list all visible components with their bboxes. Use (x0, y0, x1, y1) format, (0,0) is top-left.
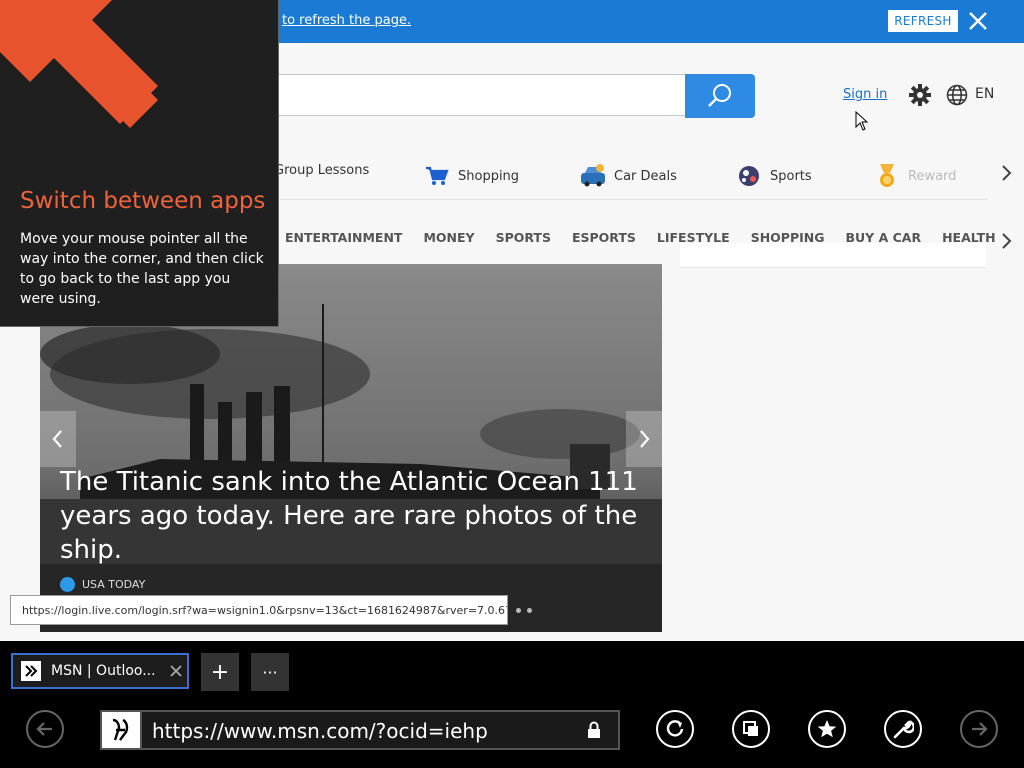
corner-arrow-icon (0, 0, 158, 128)
browser-tab[interactable]: MSN | Outloo... (11, 653, 189, 689)
search-button[interactable] (685, 74, 755, 118)
gear-icon[interactable] (908, 83, 932, 107)
page-tools-button[interactable] (884, 710, 922, 748)
tab-options-button[interactable]: ··· (251, 653, 289, 691)
quick-link-label: Group Lessons (274, 163, 370, 178)
back-button[interactable] (26, 710, 64, 748)
new-tab-button[interactable]: + (201, 653, 239, 691)
chevron-right-icon[interactable] (998, 231, 1014, 251)
chevron-right-icon[interactable] (998, 163, 1014, 183)
side-card (680, 243, 986, 268)
refresh-button[interactable]: REFRESH (888, 10, 958, 32)
wrench-icon (893, 719, 914, 739)
sign-in-link[interactable]: Sign in (843, 87, 887, 102)
favorites-button[interactable] (808, 710, 846, 748)
screen: to refresh the page. REFRESH Sign in EN … (0, 0, 1024, 768)
refresh-icon (666, 720, 684, 737)
site-identity-icon[interactable] (102, 712, 142, 748)
hero-headline[interactable]: The Titanic sank into the Atlantic Ocean… (60, 465, 640, 567)
quick-link-group-lessons[interactable]: Group Lessons (274, 163, 369, 178)
quick-link-sports[interactable]: Sports (736, 163, 812, 189)
car-icon (580, 163, 606, 189)
chevron-left-icon (52, 430, 62, 448)
tip-body: Move your mouse pointer all the way into… (20, 231, 264, 307)
quick-link-label: Sports (770, 168, 812, 184)
address-bar[interactable]: https://www.msn.com/?ocid=iehp (100, 710, 620, 750)
nav-item-sports[interactable]: SPORTS (496, 230, 551, 245)
browser-app-bar: MSN | Outloo... + ··· https://www.msn.co… (0, 641, 1024, 768)
tabs-icon (743, 721, 758, 736)
lock-icon[interactable] (586, 721, 602, 739)
carousel-next-button[interactable] (626, 411, 662, 467)
switch-apps-tip: Switch between apps Move your mouse poin… (0, 0, 279, 327)
nav-item-entertainment[interactable]: ENTERTAINMENT (285, 230, 402, 245)
mouse-cursor-icon (855, 111, 869, 131)
close-icon[interactable] (966, 9, 990, 33)
nav-item-money[interactable]: MONEY (423, 230, 474, 245)
carousel-dots[interactable] (516, 608, 532, 613)
usa-today-logo-icon (60, 577, 75, 592)
search-icon (708, 84, 731, 107)
quick-link-label: Shopping (458, 168, 520, 184)
chevron-right-icon (640, 430, 650, 448)
tip-title: Switch between apps (20, 188, 266, 214)
reward-medal-icon (874, 163, 900, 189)
address-url[interactable]: https://www.msn.com/?ocid=iehp (152, 719, 488, 743)
quick-link-label: Reward (908, 168, 957, 184)
back-arrow-icon (36, 722, 52, 736)
forward-button[interactable] (960, 710, 998, 748)
quick-link-reward[interactable]: Reward (874, 163, 956, 189)
quick-link-shopping[interactable]: Shopping (424, 163, 519, 189)
hero-source: USA TODAY (60, 577, 145, 592)
close-tab-icon[interactable] (167, 662, 185, 680)
refresh-page-button[interactable] (656, 710, 694, 748)
tab-title: MSN | Outloo... (51, 663, 156, 679)
link-url-tooltip: https://login.live.com/login.srf?wa=wsig… (10, 595, 508, 625)
tabs-button[interactable] (732, 710, 770, 748)
search-input[interactable] (268, 74, 686, 116)
divider (280, 199, 988, 200)
quick-link-car-deals[interactable]: Car Deals (580, 163, 677, 189)
sports-ball-icon (736, 163, 762, 189)
nav-item-esports[interactable]: ESPORTS (572, 230, 636, 245)
source-name: USA TODAY (82, 578, 146, 591)
carousel-prev-button[interactable] (40, 411, 76, 467)
shopping-cart-icon (424, 163, 450, 189)
language-selector[interactable]: EN (975, 86, 994, 102)
forward-arrow-icon (972, 722, 988, 736)
quick-link-label: Car Deals (614, 168, 677, 184)
star-icon (817, 720, 837, 738)
msn-favicon-icon (21, 661, 41, 681)
refresh-message-link[interactable]: to refresh the page. (282, 13, 411, 28)
globe-icon[interactable] (946, 84, 968, 106)
